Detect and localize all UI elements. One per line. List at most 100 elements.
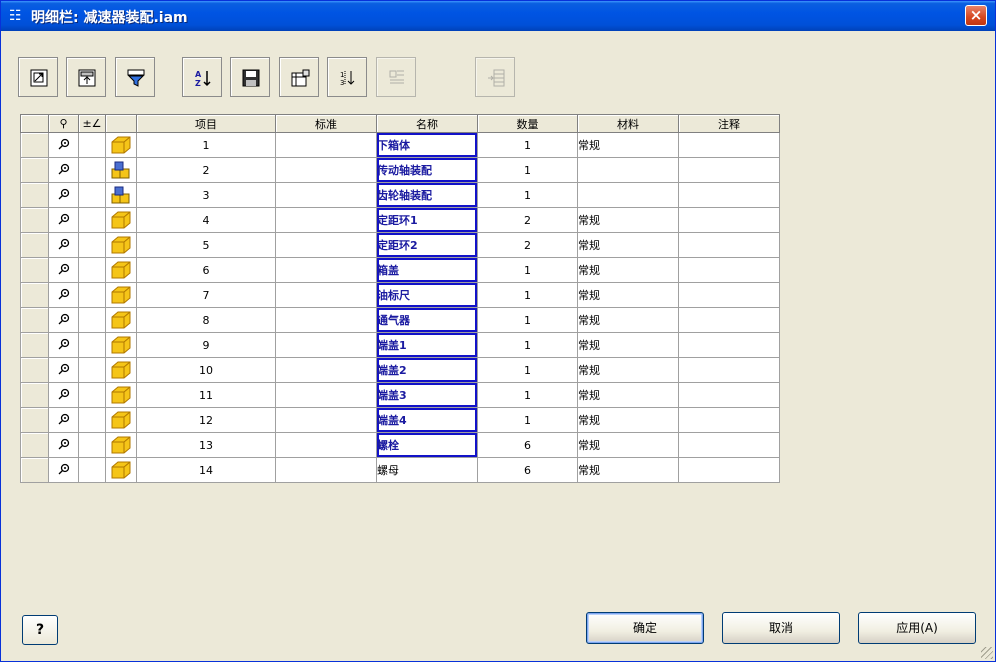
standard-cell[interactable] bbox=[275, 282, 377, 308]
find-in-window-icon[interactable] bbox=[48, 307, 79, 333]
qty-cell[interactable]: 6 bbox=[477, 432, 578, 458]
row-selector[interactable] bbox=[20, 232, 49, 258]
name-cell[interactable]: 齿轮轴装配 bbox=[376, 182, 478, 208]
tag-cell[interactable] bbox=[78, 182, 106, 208]
standard-cell[interactable] bbox=[275, 157, 377, 183]
row-selector[interactable] bbox=[20, 182, 49, 208]
name-cell[interactable]: 下箱体 bbox=[376, 132, 478, 158]
qty-cell[interactable]: 1 bbox=[477, 157, 578, 183]
tag-cell[interactable] bbox=[78, 457, 106, 483]
table-row[interactable]: 10 端盖2 1 常规 bbox=[20, 357, 780, 383]
material-cell[interactable]: 常规 bbox=[577, 332, 679, 358]
item-cell[interactable]: 5 bbox=[136, 232, 276, 258]
table-layout-button[interactable] bbox=[279, 57, 319, 97]
qty-cell[interactable]: 1 bbox=[477, 182, 578, 208]
item-cell[interactable]: 4 bbox=[136, 207, 276, 233]
tag-cell[interactable] bbox=[78, 307, 106, 333]
name-cell[interactable]: 油标尺 bbox=[376, 282, 478, 308]
note-cell[interactable] bbox=[678, 282, 780, 308]
find-in-window-icon[interactable] bbox=[48, 257, 79, 283]
name-cell[interactable]: 端盖1 bbox=[376, 332, 478, 358]
renumber-button[interactable]: 1 3 bbox=[327, 57, 367, 97]
material-cell[interactable]: 常规 bbox=[577, 432, 679, 458]
material-cell[interactable]: 常规 bbox=[577, 132, 679, 158]
name-cell[interactable]: 螺母 bbox=[376, 457, 478, 483]
standard-cell[interactable] bbox=[275, 457, 377, 483]
tag-cell[interactable] bbox=[78, 357, 106, 383]
compare-button[interactable] bbox=[376, 57, 416, 97]
standard-cell[interactable] bbox=[275, 257, 377, 283]
row-selector[interactable] bbox=[20, 282, 49, 308]
ok-button[interactable]: 确定 bbox=[586, 612, 704, 644]
standard-cell[interactable] bbox=[275, 432, 377, 458]
table-row[interactable]: 9 端盖1 1 常规 bbox=[20, 332, 780, 358]
standard-cell[interactable] bbox=[275, 232, 377, 258]
item-cell[interactable]: 1 bbox=[136, 132, 276, 158]
find-in-window-icon[interactable] bbox=[48, 132, 79, 158]
material-cell[interactable]: 常规 bbox=[577, 257, 679, 283]
row-selector[interactable] bbox=[20, 207, 49, 233]
header-material[interactable]: 材料 bbox=[577, 114, 679, 133]
row-selector[interactable] bbox=[20, 157, 49, 183]
help-button[interactable]: ? bbox=[22, 615, 58, 645]
view-options-button[interactable] bbox=[18, 57, 58, 97]
note-cell[interactable] bbox=[678, 407, 780, 433]
qty-cell[interactable]: 1 bbox=[477, 282, 578, 308]
item-cell[interactable]: 14 bbox=[136, 457, 276, 483]
note-cell[interactable] bbox=[678, 207, 780, 233]
note-cell[interactable] bbox=[678, 382, 780, 408]
filter-settings-button[interactable] bbox=[66, 57, 106, 97]
name-cell[interactable]: 端盖2 bbox=[376, 357, 478, 383]
find-in-window-icon[interactable] bbox=[48, 457, 79, 483]
note-cell[interactable] bbox=[678, 132, 780, 158]
note-cell[interactable] bbox=[678, 457, 780, 483]
name-cell[interactable]: 箱盖 bbox=[376, 257, 478, 283]
table-row[interactable]: 14 螺母 6 常规 bbox=[20, 457, 780, 483]
material-cell[interactable]: 常规 bbox=[577, 357, 679, 383]
close-button[interactable]: × bbox=[965, 5, 987, 26]
header-name[interactable]: 名称 bbox=[376, 114, 478, 133]
row-selector[interactable] bbox=[20, 357, 49, 383]
row-selector[interactable] bbox=[20, 432, 49, 458]
qty-cell[interactable]: 1 bbox=[477, 132, 578, 158]
header-qty[interactable]: 数量 bbox=[477, 114, 578, 133]
header-standard[interactable]: 标准 bbox=[275, 114, 377, 133]
item-cell[interactable]: 9 bbox=[136, 332, 276, 358]
qty-cell[interactable]: 1 bbox=[477, 407, 578, 433]
tag-cell[interactable] bbox=[78, 382, 106, 408]
merge-button[interactable] bbox=[475, 57, 515, 97]
table-row[interactable]: 13 螺栓 6 常规 bbox=[20, 432, 780, 458]
tag-cell[interactable] bbox=[78, 282, 106, 308]
table-row[interactable]: 8 通气器 1 常规 bbox=[20, 307, 780, 333]
header-row-selector[interactable] bbox=[20, 114, 49, 133]
qty-cell[interactable]: 1 bbox=[477, 382, 578, 408]
row-selector[interactable] bbox=[20, 257, 49, 283]
header-item[interactable]: 项目 bbox=[136, 114, 276, 133]
header-note[interactable]: 注释 bbox=[678, 114, 780, 133]
material-cell[interactable]: 常规 bbox=[577, 382, 679, 408]
header-find[interactable]: ⚲ bbox=[48, 114, 79, 133]
resize-grip[interactable] bbox=[981, 647, 993, 659]
note-cell[interactable] bbox=[678, 432, 780, 458]
qty-cell[interactable]: 2 bbox=[477, 232, 578, 258]
note-cell[interactable] bbox=[678, 307, 780, 333]
find-in-window-icon[interactable] bbox=[48, 282, 79, 308]
tag-cell[interactable] bbox=[78, 157, 106, 183]
tag-cell[interactable] bbox=[78, 432, 106, 458]
find-in-window-icon[interactable] bbox=[48, 182, 79, 208]
name-cell[interactable]: 定距环1 bbox=[376, 207, 478, 233]
header-icon[interactable] bbox=[105, 114, 137, 133]
find-in-window-icon[interactable] bbox=[48, 232, 79, 258]
item-cell[interactable]: 3 bbox=[136, 182, 276, 208]
item-cell[interactable]: 11 bbox=[136, 382, 276, 408]
material-cell[interactable]: 常规 bbox=[577, 407, 679, 433]
qty-cell[interactable]: 1 bbox=[477, 257, 578, 283]
tag-cell[interactable] bbox=[78, 132, 106, 158]
qty-cell[interactable]: 2 bbox=[477, 207, 578, 233]
note-cell[interactable] bbox=[678, 232, 780, 258]
table-row[interactable]: 2 传动轴装配 1 bbox=[20, 157, 780, 183]
header-tag[interactable]: ±∠ bbox=[78, 114, 106, 133]
note-cell[interactable] bbox=[678, 182, 780, 208]
tag-cell[interactable] bbox=[78, 257, 106, 283]
row-selector[interactable] bbox=[20, 332, 49, 358]
